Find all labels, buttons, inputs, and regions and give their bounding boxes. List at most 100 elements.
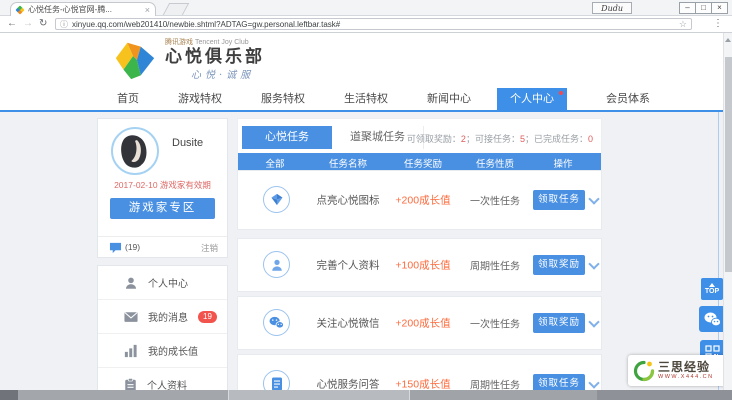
sidebar-menu: 个人中心 我的消息 19 我的成长值 个人资料	[97, 265, 228, 390]
sidebar-item-label: 个人资料	[147, 381, 187, 390]
col-task-reward: 任务奖励	[403, 159, 443, 170]
nav-item-member-system[interactable]: 会员体系	[606, 88, 650, 110]
logout-link[interactable]: 注销	[201, 242, 218, 254]
vertical-scrollbar[interactable]	[723, 33, 732, 390]
bar-chart-icon	[124, 344, 137, 357]
task-type: 周期性任务	[470, 380, 520, 391]
url-input[interactable]: ⓘ xinyue.qq.com/web201410/newbie.shtml?A…	[55, 18, 692, 30]
sidebar-item-my-messages[interactable]: 我的消息 19	[98, 300, 227, 334]
logo-text: 腾讯游戏 Tencent Joy Club 心悦俱乐部 心悦·诚服	[165, 37, 265, 83]
bottom-bar-segment[interactable]	[409, 390, 597, 400]
task-type: 一次性任务	[470, 196, 520, 208]
minimize-button[interactable]: –	[679, 2, 696, 14]
tab-strip: 心悦任务-心悦官网-腾... × Dudu – □ ×	[0, 0, 732, 16]
page-viewport: 腾讯游戏 Tencent Joy Club 心悦俱乐部 心悦·诚服 首页 游戏特…	[0, 33, 723, 390]
table-row: 心悦服务问答 +150成长值 周期性任务 领取任务	[237, 354, 602, 390]
back-icon[interactable]: ←	[7, 18, 17, 29]
xinyue-gem-icon	[115, 42, 155, 80]
nav-item-service-privileges[interactable]: 服务特权	[261, 88, 305, 110]
close-button[interactable]: ×	[711, 2, 728, 14]
col-all[interactable]: 全部	[265, 156, 284, 170]
task-reward: +200成长值	[395, 194, 451, 207]
task-name: 关注心悦微信	[316, 317, 380, 330]
bottom-bar-segment[interactable]	[18, 390, 228, 400]
logo-brand-line: 腾讯游戏 Tencent Joy Club	[165, 39, 249, 46]
chevron-down-icon[interactable]	[588, 258, 600, 270]
gamer-zone-button[interactable]: 游戏家专区	[110, 198, 215, 219]
browser-tab[interactable]: 心悦任务-心悦官网-腾... ×	[10, 2, 156, 16]
vertical-scrollbar-thumb[interactable]	[725, 57, 732, 272]
profile-card: Dusite 2017-02-10 游戏家有效期 游戏家专区 (19) 注销	[97, 118, 228, 258]
watermark-site: WWW.X444.CN	[658, 374, 714, 380]
bottom-bar-segment[interactable]	[228, 390, 409, 400]
page-info-icon[interactable]: ⓘ	[60, 19, 68, 30]
user-icon	[125, 277, 137, 289]
refresh-icon[interactable]: ↻	[39, 18, 47, 29]
nav-item-label: 个人中心	[510, 93, 554, 105]
col-action: 操作	[553, 159, 573, 170]
claim-reward-button[interactable]: 领取奖励	[533, 313, 585, 333]
sidebar-item-growth-value[interactable]: 我的成长值	[98, 334, 227, 368]
watermark-text: 三思经验 WWW.X444.CN	[658, 361, 714, 381]
url-text[interactable]: xinyue.qq.com/web201410/newbie.shtml?ADT…	[72, 20, 675, 29]
tab-close-icon[interactable]: ×	[145, 5, 150, 15]
wechat-float-button[interactable]	[699, 306, 723, 332]
mail-icon	[124, 311, 138, 322]
forward-icon[interactable]: →	[23, 18, 33, 29]
xinyue-favicon-icon	[15, 4, 25, 15]
sidebar-item-personal-center[interactable]: 个人中心	[98, 266, 227, 300]
back-to-top-button[interactable]: TOP	[701, 278, 723, 300]
sidebar-item-personal-profile[interactable]: 个人资料	[98, 368, 227, 390]
claim-reward-button[interactable]: 领取奖励	[533, 255, 585, 275]
sidebar-item-label: 个人中心	[148, 279, 188, 290]
table-header: 全部 任务名称 任务奖励 任务性质 操作	[238, 153, 601, 171]
watermark-logo-icon	[633, 360, 655, 381]
user-icon	[263, 251, 290, 278]
task-reward: +150成长值	[395, 378, 451, 391]
browser-brand-label: Dudu	[592, 2, 632, 14]
task-type: 周期性任务	[470, 261, 520, 273]
nav-item-life-privileges[interactable]: 生活特权	[344, 88, 388, 110]
col-task-name: 任务名称	[328, 159, 368, 170]
xinyue-logo[interactable]: 腾讯游戏 Tencent Joy Club 心悦俱乐部 心悦·诚服	[112, 37, 265, 83]
new-tab-button[interactable]	[162, 3, 190, 15]
address-bar: ← → ↻ ⓘ xinyue.qq.com/web201410/newbie.s…	[0, 16, 732, 33]
profile-card-icon	[125, 377, 136, 390]
bottom-bar-segment[interactable]	[597, 390, 732, 400]
avatar[interactable]	[111, 127, 159, 175]
chat-bubble-icon[interactable]	[109, 242, 122, 254]
table-row: 完善个人资料 +100成长值 周期性任务 领取奖励	[237, 238, 602, 292]
task-reward: +200成长值	[395, 317, 451, 330]
accept-task-button[interactable]: 领取任务	[533, 374, 585, 390]
bookmark-star-icon[interactable]: ☆	[679, 19, 687, 30]
wechat-icon	[704, 312, 721, 326]
scroll-up-icon[interactable]	[725, 38, 731, 42]
nav-item-news-center[interactable]: 新闻中心	[427, 88, 471, 110]
task-name: 心悦服务问答	[316, 378, 380, 391]
site-header: 腾讯游戏 Tencent Joy Club 心悦俱乐部 心悦·诚服	[0, 33, 723, 88]
xinyue-gem-icon	[263, 186, 290, 213]
task-summary: 可领取奖励：2；可接任务：5；已完成任务：0	[406, 134, 593, 144]
task-panel-header: 心悦任务 道聚城任务 可领取奖励：2；可接任务：5；已完成任务：0 全部 任务名…	[237, 118, 602, 171]
table-row: 关注心悦微信 +200成长值 一次性任务 领取奖励	[237, 296, 602, 350]
accept-task-button[interactable]: 领取任务	[533, 190, 585, 210]
window-controls: – □ ×	[679, 2, 728, 14]
wechat-icon	[263, 309, 290, 336]
chevron-down-icon[interactable]	[588, 193, 600, 205]
task-name: 点亮心悦图标	[316, 194, 380, 207]
sidebar-item-label: 我的消息	[148, 313, 188, 324]
document-icon	[263, 370, 290, 390]
bottom-bar[interactable]	[0, 390, 732, 400]
nav-item-personal-center[interactable]: 个人中心	[497, 88, 567, 110]
chevron-down-icon[interactable]	[588, 377, 600, 389]
chevron-down-icon[interactable]	[588, 316, 600, 328]
browser-menu-icon[interactable]: ⋮	[713, 18, 723, 29]
bottom-bar-segment[interactable]	[0, 390, 18, 400]
site-nav: 首页 游戏特权 服务特权 生活特权 新闻中心 个人中心 会员体系	[0, 88, 723, 112]
username: Dusite	[172, 137, 204, 149]
nav-item-game-privileges[interactable]: 游戏特权	[178, 88, 222, 110]
nav-item-home[interactable]: 首页	[117, 88, 139, 110]
maximize-button[interactable]: □	[695, 2, 712, 14]
tab-xinyue-tasks[interactable]: 心悦任务	[242, 126, 332, 149]
message-count[interactable]: (19)	[125, 242, 140, 252]
